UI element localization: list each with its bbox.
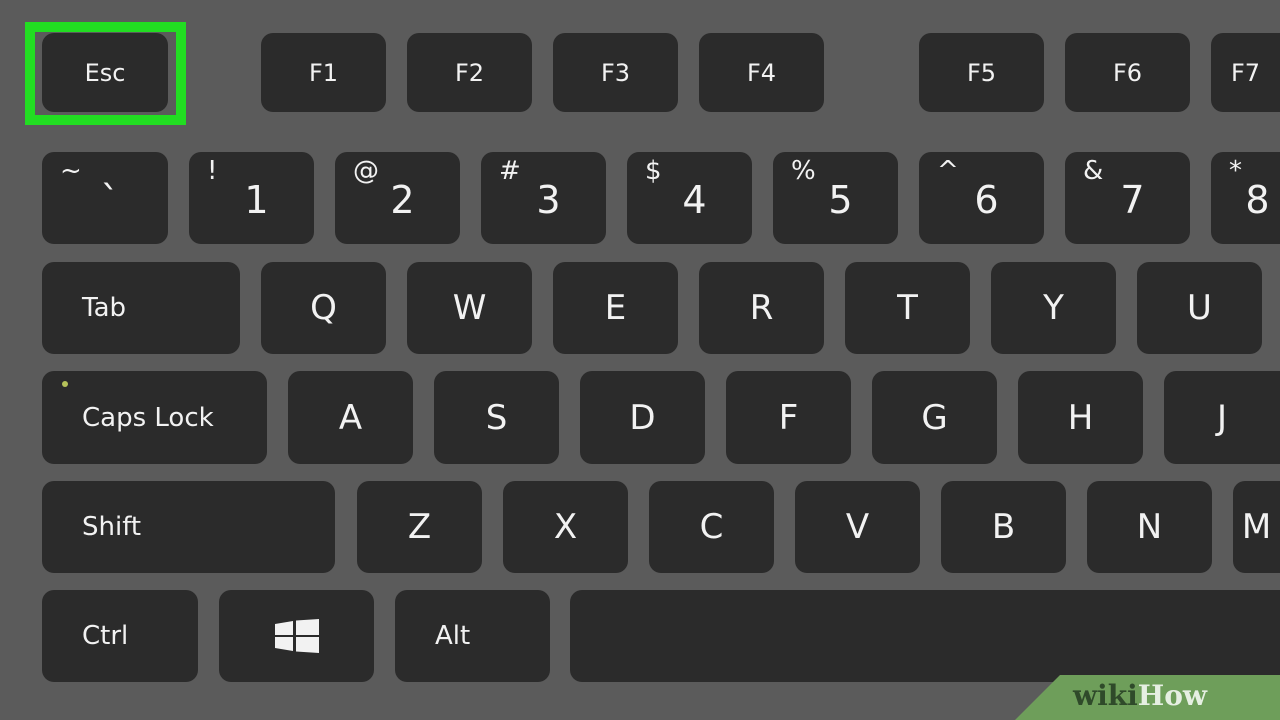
key-label: F (778, 397, 799, 438)
key-2[interactable]: @2 (335, 152, 460, 244)
key-f2[interactable]: F2 (407, 33, 532, 112)
key-label: 8 (1245, 178, 1270, 222)
key-f7[interactable]: F7 (1211, 33, 1280, 112)
key-a[interactable]: A (288, 371, 413, 464)
key-backtick[interactable]: ~ ` (42, 152, 168, 244)
key-label: Y (1043, 288, 1064, 328)
key-5[interactable]: % 5 (773, 152, 898, 244)
key-f3[interactable]: F3 (553, 33, 678, 112)
key-7[interactable]: & 7 (1065, 152, 1190, 244)
key-q[interactable]: Q (261, 262, 386, 354)
key-label: Tab (82, 293, 127, 323)
key-label: S (485, 397, 508, 438)
key-label: A (338, 397, 363, 438)
key-label: Shift (82, 512, 142, 542)
key-label: F7 (1230, 58, 1261, 87)
key-b[interactable]: B (941, 481, 1066, 573)
watermark-wiki: wiki (1073, 679, 1138, 712)
key-r[interactable]: R (699, 262, 824, 354)
key-f6[interactable]: F6 (1065, 33, 1190, 112)
key-label: Z (407, 507, 432, 547)
key-label: N (1136, 507, 1163, 547)
key-y[interactable]: Y (991, 262, 1116, 354)
key-label: Alt (435, 621, 471, 651)
key-label: F6 (1112, 58, 1143, 87)
key-h[interactable]: H (1018, 371, 1143, 464)
key-label: J (1216, 397, 1228, 438)
key-f1[interactable]: F1 (261, 33, 386, 112)
key-label: R (749, 288, 774, 328)
key-label: H (1067, 397, 1094, 438)
spacebar[interactable] (570, 590, 1280, 682)
key-label: M (1241, 507, 1272, 547)
wikihow-watermark: wikiHow (1015, 675, 1280, 720)
key-label: Ctrl (82, 621, 129, 651)
key-label: Q (310, 288, 337, 328)
key-ctrl[interactable]: Ctrl (42, 590, 198, 682)
key-label: 3 (536, 178, 561, 222)
key-label: U (1187, 288, 1212, 328)
key-label: 2 (390, 178, 415, 222)
key-g[interactable]: G (872, 371, 997, 464)
key-3[interactable]: #3 (481, 152, 606, 244)
esc-highlight-box (25, 22, 186, 125)
key-m[interactable]: M (1233, 481, 1280, 573)
key-label: 5 (828, 178, 853, 222)
key-alt[interactable]: Alt (395, 590, 550, 682)
key-4[interactable]: $4 (627, 152, 752, 244)
key-label: F2 (454, 58, 485, 87)
key-label: 7 (1120, 178, 1145, 222)
key-label: 4 (682, 178, 707, 222)
key-1[interactable]: ! 1 (189, 152, 314, 244)
key-caps-lock[interactable]: Caps Lock (42, 371, 267, 464)
key-shift[interactable]: Shift (42, 481, 335, 573)
key-6[interactable]: ^ 6 (919, 152, 1044, 244)
key-n[interactable]: N (1087, 481, 1212, 573)
key-label: B (991, 507, 1016, 547)
windows-key[interactable] (219, 590, 374, 682)
key-label: Caps Lock (82, 402, 214, 433)
key-label: F4 (746, 58, 777, 87)
key-label: 1 (244, 178, 269, 222)
key-d[interactable]: D (580, 371, 705, 464)
key-f4[interactable]: F4 (699, 33, 824, 112)
key-label: G (921, 397, 948, 438)
key-z[interactable]: Z (357, 481, 482, 573)
key-label: F1 (308, 58, 339, 87)
key-label: D (629, 397, 656, 438)
key-label: X (553, 507, 578, 547)
caps-lock-indicator (62, 381, 68, 387)
key-f5[interactable]: F5 (919, 33, 1044, 112)
key-label: E (604, 288, 627, 328)
key-label: W (452, 288, 487, 328)
key-label: V (845, 507, 870, 547)
key-x[interactable]: X (503, 481, 628, 573)
key-8[interactable]: * 8 (1211, 152, 1280, 244)
windows-logo-icon (275, 619, 319, 653)
key-f[interactable]: F (726, 371, 851, 464)
key-label: 6 (974, 178, 999, 222)
key-c[interactable]: C (649, 481, 774, 573)
key-label: F3 (600, 58, 631, 87)
key-u[interactable]: U (1137, 262, 1262, 354)
key-label: C (699, 507, 724, 547)
key-s[interactable]: S (434, 371, 559, 464)
key-j[interactable]: J (1164, 371, 1280, 464)
key-e[interactable]: E (553, 262, 678, 354)
watermark-how: How (1137, 679, 1208, 712)
key-v[interactable]: V (795, 481, 920, 573)
key-t[interactable]: T (845, 262, 970, 354)
key-tab[interactable]: Tab (42, 262, 240, 354)
key-w[interactable]: W (407, 262, 532, 354)
key-label: F5 (966, 58, 997, 87)
key-label: T (897, 288, 918, 328)
key-label: ` (100, 178, 120, 222)
